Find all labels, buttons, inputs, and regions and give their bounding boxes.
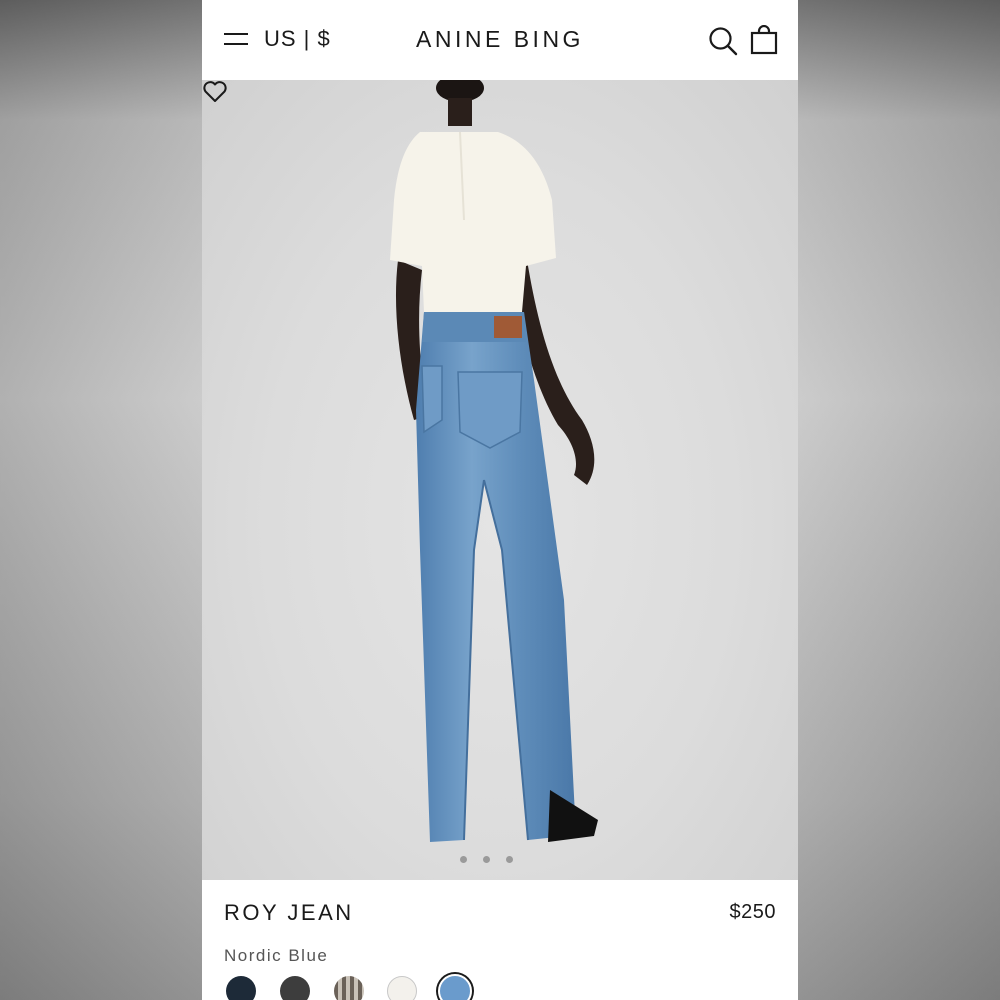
gallery-dot[interactable] bbox=[460, 856, 467, 863]
swatch-ecru[interactable] bbox=[387, 976, 417, 1000]
swatch-charcoal[interactable] bbox=[280, 976, 310, 1000]
product-page: US | $ ANINE BING ROY JEAN $250 Nordic B… bbox=[202, 0, 798, 1000]
gallery-dot[interactable] bbox=[506, 856, 513, 863]
product-name: ROY JEAN bbox=[224, 900, 354, 925]
heart-icon[interactable] bbox=[202, 80, 228, 104]
product-image-gallery[interactable] bbox=[202, 80, 798, 880]
swatch-dark-navy[interactable] bbox=[226, 976, 256, 1000]
backdrop-right bbox=[798, 0, 1000, 1000]
swatch-striped[interactable] bbox=[334, 976, 364, 1000]
search-icon[interactable] bbox=[708, 26, 738, 56]
selected-color-name: Nordic Blue bbox=[224, 946, 329, 965]
gallery-pagination[interactable] bbox=[460, 850, 529, 863]
swatch-nordic-blue-selected[interactable] bbox=[438, 974, 472, 1000]
product-photo bbox=[390, 80, 598, 842]
product-price: $250 bbox=[729, 901, 776, 923]
shopping-bag-icon[interactable] bbox=[750, 25, 778, 55]
site-header: US | $ ANINE BING bbox=[202, 0, 798, 80]
backdrop-left bbox=[0, 0, 202, 1000]
gallery-dot[interactable] bbox=[483, 856, 490, 863]
